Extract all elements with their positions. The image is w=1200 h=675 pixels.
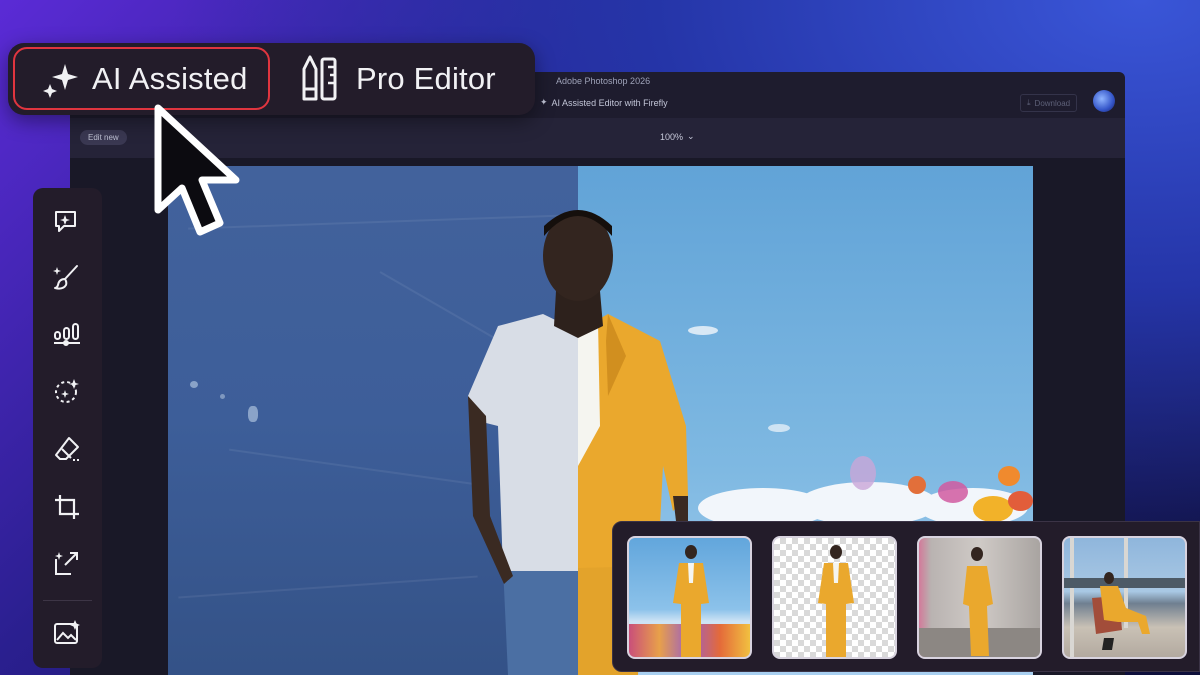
sparkles-icon (43, 64, 78, 98)
chevron-down-icon: ⌄ (687, 131, 695, 141)
app-subtitle: ✦ AI Assisted Editor with Firefly (540, 97, 668, 108)
eraser-icon (55, 437, 79, 461)
person-figure (818, 545, 854, 657)
download-icon: ⤓ (1027, 98, 1031, 107)
tool-brush[interactable] (52, 262, 82, 292)
brush-icon (53, 265, 78, 290)
variations-tray (612, 521, 1200, 672)
variation-thumbnail[interactable] (1062, 536, 1187, 659)
ai-assisted-label: AI Assisted (92, 60, 248, 96)
app-title: Adobe Photoshop 2026 (556, 76, 651, 86)
tool-crop[interactable] (52, 492, 82, 522)
image-generate-icon (54, 620, 80, 644)
left-toolbar (33, 188, 102, 668)
person-figure (673, 545, 709, 657)
tool-expand[interactable] (52, 548, 82, 578)
download-button[interactable]: ⤓ Download (1020, 94, 1078, 112)
avatar[interactable] (1093, 90, 1115, 112)
crop-icon (55, 495, 79, 519)
expand-icon (55, 552, 78, 575)
app-subtitle-text: AI Assisted Editor with Firefly (551, 97, 668, 108)
magic-select-icon (55, 379, 79, 403)
zoom-value: 100% (660, 131, 684, 142)
tool-eraser[interactable] (52, 434, 82, 464)
mouse-cursor-icon (154, 104, 240, 236)
edit-new-button[interactable]: Edit new (80, 130, 127, 145)
adjustments-icon (54, 323, 80, 346)
toolbar-divider (43, 600, 92, 601)
person-figure (963, 547, 993, 656)
sparkle-icon: ✦ (540, 97, 548, 107)
tool-adjustments[interactable] (52, 319, 82, 349)
tool-ai-chat[interactable] (52, 206, 82, 236)
tool-image-generate[interactable] (52, 618, 82, 648)
download-label: Download (1034, 98, 1071, 108)
tool-magic-select[interactable] (52, 376, 82, 406)
zoom-dropdown[interactable]: 100% ⌄ (660, 131, 695, 142)
pencil-ruler-icon (302, 55, 337, 101)
variation-thumbnail[interactable] (772, 536, 897, 659)
mode-switch: AI Assisted Pro Editor (8, 43, 535, 115)
person-figure (1092, 572, 1150, 650)
variation-thumbnail[interactable] (627, 536, 752, 659)
ai-assisted-tab[interactable]: AI Assisted (13, 47, 270, 110)
pro-editor-tab[interactable]: Pro Editor (356, 43, 496, 115)
ai-chat-sparkle-icon (55, 211, 76, 232)
variation-thumbnail[interactable] (917, 536, 1042, 659)
